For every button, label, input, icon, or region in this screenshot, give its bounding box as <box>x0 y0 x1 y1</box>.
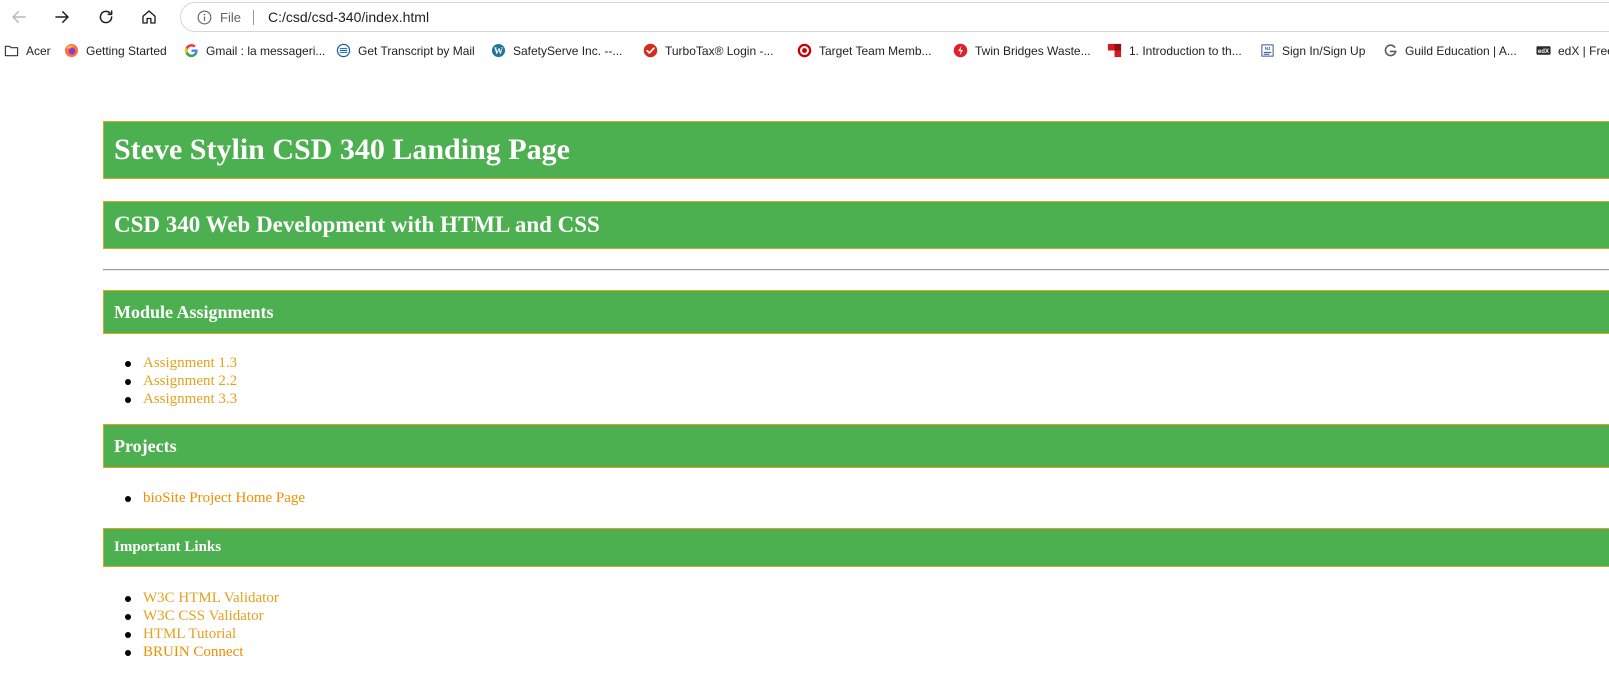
bookmark-label: Twin Bridges Waste... <box>975 43 1091 58</box>
svg-text:NJ: NJ <box>1265 46 1271 51</box>
signin-icon: NJ <box>1260 43 1275 58</box>
list-item: Assignment 2.2 <box>124 372 237 390</box>
bookmark-label: edX | Free <box>1558 43 1609 58</box>
reload-icon <box>99 10 113 24</box>
list-item: W3C CSS Validator <box>125 607 279 625</box>
forward-arrow-icon <box>55 11 69 23</box>
red-square-icon <box>1107 43 1122 58</box>
page-content: Steve Stylin CSD 340 Landing Page CSD 34… <box>0 66 1609 699</box>
reload-button[interactable] <box>91 3 121 31</box>
home-icon <box>142 10 156 24</box>
browser-toolbar: File C:/csd/csd-340/index.html <box>0 0 1609 34</box>
bookmark-turbotax[interactable]: TurboTax® Login -... <box>643 43 773 58</box>
important-links-heading: Important Links <box>103 528 1609 567</box>
page-title: Steve Stylin CSD 340 Landing Page <box>103 121 1609 179</box>
assignment-2-2-link[interactable]: Assignment 2.2 <box>143 373 237 389</box>
w3c-html-validator-link[interactable]: W3C HTML Validator <box>143 590 279 606</box>
list-item: BRUIN Connect <box>125 643 279 661</box>
course-heading: CSD 340 Web Development with HTML and CS… <box>103 201 1609 249</box>
home-button[interactable] <box>134 3 164 31</box>
list-item: Assignment 3.3 <box>124 390 237 408</box>
assignment-1-3-link[interactable]: Assignment 1.3 <box>143 355 237 371</box>
bookmark-guild[interactable]: Guild Education | A... <box>1383 43 1517 58</box>
list-item: W3C HTML Validator <box>125 589 279 607</box>
bookmark-label: Getting Started <box>86 43 167 58</box>
bruin-connect-link[interactable]: BRUIN Connect <box>143 644 243 660</box>
back-arrow-icon <box>12 11 26 23</box>
bookmark-label: Acer <box>26 43 51 58</box>
bookmark-target[interactable]: Target Team Memb... <box>797 43 932 58</box>
bookmark-label: SafetyServe Inc. --... <box>513 43 623 58</box>
projects-heading: Projects <box>103 424 1609 468</box>
target-icon <box>797 43 812 58</box>
bookmarks-bar: Acer Getting Started Gmail : la messager… <box>0 36 1609 66</box>
omnibox-separator <box>253 10 254 25</box>
horizontal-rule <box>103 269 1609 271</box>
bookmark-safetyserve[interactable]: W SafetyServe Inc. --... <box>491 43 622 58</box>
irs-icon <box>336 43 351 58</box>
info-icon[interactable] <box>197 10 212 25</box>
bookmark-introduction[interactable]: 1. Introduction to th... <box>1107 43 1242 58</box>
wordpress-icon: W <box>491 43 506 58</box>
bookmark-label: TurboTax® Login -... <box>665 43 774 58</box>
module-assignments-list: Assignment 1.3 Assignment 2.2 Assignment… <box>124 354 237 408</box>
bookmark-label: Gmail : la messageri... <box>206 43 326 58</box>
w3c-css-validator-link[interactable]: W3C CSS Validator <box>143 608 264 624</box>
list-item: Assignment 1.3 <box>124 354 237 372</box>
url-text[interactable]: C:/csd/csd-340/index.html <box>268 9 429 25</box>
assignment-3-3-link[interactable]: Assignment 3.3 <box>143 391 237 407</box>
scheme-label: File <box>220 10 241 25</box>
edx-icon: edX <box>1536 43 1551 58</box>
turbotax-icon <box>643 43 658 58</box>
back-button[interactable] <box>4 3 34 31</box>
biosite-project-link[interactable]: bioSite Project Home Page <box>143 490 305 506</box>
bookmark-label: Target Team Memb... <box>819 43 932 58</box>
bookmark-gmail[interactable]: Gmail : la messageri... <box>184 43 325 58</box>
forward-button[interactable] <box>47 3 77 31</box>
list-item: HTML Tutorial <box>125 625 279 643</box>
firefox-icon <box>64 43 79 58</box>
bolt-icon <box>953 43 968 58</box>
module-assignments-heading: Module Assignments <box>103 290 1609 334</box>
guild-icon <box>1383 43 1398 58</box>
bookmark-label: Get Transcript by Mail <box>358 43 475 58</box>
bookmark-signin[interactable]: NJ Sign In/Sign Up <box>1260 43 1365 58</box>
svg-text:edX: edX <box>1538 48 1549 55</box>
html-tutorial-link[interactable]: HTML Tutorial <box>143 626 236 642</box>
bookmark-twin-bridges[interactable]: Twin Bridges Waste... <box>953 43 1091 58</box>
folder-icon <box>4 43 19 58</box>
bookmark-edx[interactable]: edX edX | Free <box>1536 43 1609 58</box>
bookmark-label: Sign In/Sign Up <box>1282 43 1366 58</box>
google-icon <box>184 43 199 58</box>
list-item: bioSite Project Home Page <box>124 489 305 507</box>
bookmark-label: Guild Education | A... <box>1405 43 1517 58</box>
svg-text:W: W <box>494 47 504 57</box>
bookmark-acer[interactable]: Acer <box>4 43 51 58</box>
bookmark-getting-started[interactable]: Getting Started <box>64 43 167 58</box>
address-bar[interactable]: File C:/csd/csd-340/index.html <box>180 2 1609 32</box>
important-links-list: W3C HTML Validator W3C CSS Validator HTM… <box>125 589 279 661</box>
bookmark-transcript[interactable]: Get Transcript by Mail <box>336 43 475 58</box>
projects-list: bioSite Project Home Page <box>124 489 305 507</box>
bookmark-label: 1. Introduction to th... <box>1129 43 1242 58</box>
